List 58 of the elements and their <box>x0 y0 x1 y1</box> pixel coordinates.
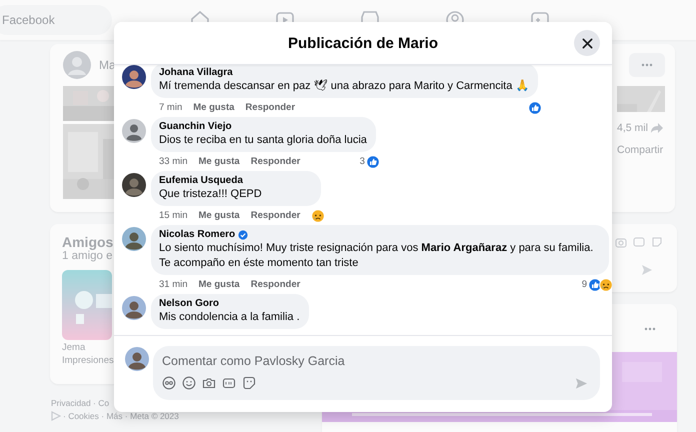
section-title: Amigos <box>62 234 114 250</box>
comment-text: Dios te reciba en tu santa gloria doña lucia <box>159 133 367 148</box>
avatar <box>63 51 91 79</box>
timestamp[interactable]: 15 min <box>159 210 188 221</box>
reaction-count: 3 <box>360 156 365 167</box>
like-link[interactable]: Me gusta <box>198 210 240 221</box>
dialog-title: Publicación de Mario <box>288 34 438 52</box>
like-link[interactable]: Me gusta <box>198 156 240 167</box>
like-icon <box>366 154 380 168</box>
avatar <box>122 227 146 251</box>
reply-link[interactable]: Responder <box>250 210 300 221</box>
sticker-icon <box>651 236 663 248</box>
friend-detail: Impresiones <box>62 355 114 366</box>
close-button[interactable] <box>574 30 600 56</box>
avatar <box>125 347 149 371</box>
like-icon <box>588 278 602 292</box>
camera-icon <box>615 236 627 248</box>
camera-icon[interactable] <box>202 376 216 390</box>
comment-text: Mí tremenda descansar en paz 🕊 una abrazo para Marito y Carmencita 🙏 <box>159 79 530 94</box>
like-link[interactable]: Me gusta <box>198 279 240 290</box>
send-icon <box>641 264 653 276</box>
send-icon[interactable] <box>575 376 588 390</box>
dots-icon <box>641 63 653 67</box>
share-count: 4,5 mil <box>617 122 648 134</box>
author-name[interactable]: Guanchin Viejo <box>159 120 232 133</box>
timestamp[interactable]: 33 min <box>159 156 188 167</box>
avatar <box>122 119 146 143</box>
timestamp[interactable]: 31 min <box>159 279 188 290</box>
share-icon <box>650 123 663 133</box>
avatar <box>122 173 146 197</box>
reply-link[interactable]: Responder <box>250 156 300 167</box>
like-link[interactable]: Me gusta <box>193 102 234 113</box>
comment-input[interactable]: Comentar como Pavlosky Garcia <box>162 350 588 372</box>
reaction-count: 9 <box>582 279 587 290</box>
comment-text: Lo siento muchísimo! Muy triste resignación para vos Mario Argañaraz y para su familia. Te acompaño en éste momento tan triste <box>159 241 594 271</box>
timestamp[interactable]: 7 min <box>159 102 182 113</box>
author-name[interactable]: Johana Villagra <box>159 66 233 79</box>
sad-face-icon <box>311 208 326 222</box>
like-icon <box>528 100 542 114</box>
comment-text: Que tristeza!!! QEPD <box>159 187 263 202</box>
avatar <box>122 296 146 320</box>
sticker-icon[interactable] <box>242 376 256 390</box>
play-icon <box>51 411 61 421</box>
reply-link[interactable]: Responder <box>245 102 296 113</box>
gif-icon[interactable] <box>222 376 236 390</box>
author-name[interactable]: Nicolas Romero <box>159 228 236 241</box>
dots-icon <box>644 327 656 331</box>
emoji-icon[interactable] <box>182 376 196 390</box>
close-icon <box>582 38 592 48</box>
gif-icon <box>633 236 645 248</box>
reply-link[interactable]: Responder <box>250 279 300 290</box>
more-button[interactable] <box>629 53 665 77</box>
comment-field[interactable]: Comentar como Pavlosky Garcia <box>153 346 600 400</box>
section-subtitle: 1 amigo e <box>62 250 113 262</box>
avatar <box>122 65 146 89</box>
author-name[interactable]: Eufemia Usqueda <box>159 174 243 187</box>
author-name[interactable]: Nelson Goro <box>159 297 220 310</box>
comment-text: Mis condolencia a la familia . <box>159 310 300 325</box>
